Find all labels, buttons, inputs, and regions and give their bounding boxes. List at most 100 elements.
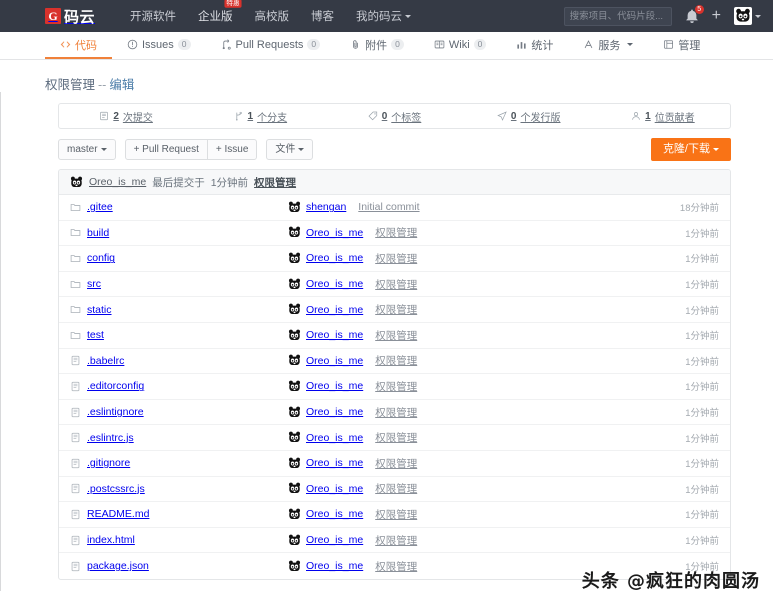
file-author-link[interactable]: Oreo_is_me — [306, 304, 363, 316]
file-commit-message-link[interactable]: 权限管理 — [375, 405, 417, 420]
tab-issues[interactable]: Issues 0 — [112, 32, 206, 59]
table-row[interactable]: index.html Oreo_is_me 权限管理 1分钟前 — [59, 528, 730, 554]
file-commit-message-link[interactable]: 权限管理 — [375, 507, 417, 522]
user-menu-button[interactable] — [734, 7, 761, 25]
search-input[interactable]: 搜索项目、代码片段... — [563, 6, 672, 26]
new-pull-request-button[interactable]: + Pull Request — [124, 138, 208, 160]
stat-value: 2 — [113, 110, 119, 122]
commit-author-link[interactable]: Oreo_is_me — [89, 176, 146, 188]
stat-releases[interactable]: 0 个发行版 — [462, 109, 596, 124]
file-name-link[interactable]: .eslintignore — [87, 406, 144, 418]
stat-commits[interactable]: 2 次提交 — [59, 109, 193, 124]
file-author-link[interactable]: Oreo_is_me — [306, 278, 363, 290]
file-commit-message-link[interactable]: 权限管理 — [375, 328, 417, 343]
left-divider — [0, 92, 1, 607]
table-row[interactable]: .gitee shengan Initial commit 18分钟前 — [59, 195, 730, 221]
tab-statistics[interactable]: 统计 — [501, 32, 568, 59]
table-row[interactable]: .editorconfig Oreo_is_me 权限管理 1分钟前 — [59, 374, 730, 400]
table-row[interactable]: README.md Oreo_is_me 权限管理 1分钟前 — [59, 502, 730, 528]
file-commit-message-link[interactable]: 权限管理 — [375, 559, 417, 574]
file-name-link[interactable]: .babelrc — [87, 355, 124, 367]
file-name-link[interactable]: .gitee — [87, 201, 113, 213]
table-row[interactable]: .eslintrc.js Oreo_is_me 权限管理 1分钟前 — [59, 425, 730, 451]
file-author-link[interactable]: Oreo_is_me — [306, 483, 363, 495]
nav-link-my-gitee[interactable]: 我的码云 — [345, 8, 422, 24]
file-author-link[interactable]: shengan — [306, 201, 346, 213]
new-issue-button[interactable]: + Issue — [206, 138, 258, 160]
file-commit-message-link[interactable]: 权限管理 — [375, 456, 417, 471]
new-item-button[interactable]: + — [712, 8, 721, 24]
file-author-link[interactable]: Oreo_is_me — [306, 227, 363, 239]
tab-count: 0 — [473, 39, 487, 50]
file-menu-button[interactable]: 文件 — [266, 138, 314, 160]
file-author-link[interactable]: Oreo_is_me — [306, 432, 363, 444]
panda-avatar-icon — [288, 457, 301, 468]
tab-attachments[interactable]: 附件 0 — [335, 32, 419, 59]
file-commit-message-link[interactable]: 权限管理 — [375, 379, 417, 394]
avatar — [288, 328, 301, 342]
commit-message-link[interactable]: 权限管理 — [254, 175, 296, 190]
file-name-link[interactable]: config — [87, 252, 115, 264]
file-name-link[interactable]: test — [87, 329, 104, 341]
nav-link-university[interactable]: 高校版 — [244, 8, 301, 24]
tab-code[interactable]: 代码 — [45, 32, 112, 59]
nav-link-blog[interactable]: 博客 — [300, 8, 345, 24]
chevron-down-icon — [627, 43, 634, 46]
file-name-link[interactable]: src — [87, 278, 101, 290]
nav-link-enterprise[interactable]: 特惠 企业版 — [187, 0, 244, 24]
notifications-button[interactable]: 5 — [685, 5, 704, 23]
file-commit-message-link[interactable]: 权限管理 — [375, 353, 417, 368]
file-commit-message-link[interactable]: 权限管理 — [375, 481, 417, 496]
file-author-link[interactable]: Oreo_is_me — [306, 508, 363, 520]
file-commit-message-link[interactable]: 权限管理 — [375, 277, 417, 292]
file-name-link[interactable]: README.md — [87, 508, 149, 520]
stat-branches[interactable]: 1 个分支 — [193, 109, 327, 124]
clone-download-label: 克隆/下载 — [662, 142, 710, 155]
file-author-link[interactable]: Oreo_is_me — [306, 355, 363, 367]
tab-wiki[interactable]: Wiki 0 — [419, 32, 502, 59]
branch-selector-button[interactable]: master — [58, 138, 116, 160]
gitee-logo[interactable]: G 码云 — [45, 6, 95, 27]
table-row[interactable]: .eslintignore Oreo_is_me 权限管理 1分钟前 — [59, 400, 730, 426]
file-author-link[interactable]: Oreo_is_me — [306, 380, 363, 392]
file-name-link[interactable]: .gitignore — [87, 457, 130, 469]
file-commit-message-link[interactable]: 权限管理 — [375, 302, 417, 317]
tab-pull-requests[interactable]: Pull Requests 0 — [206, 32, 336, 59]
nav-link-opensource[interactable]: 开源软件 — [119, 8, 187, 24]
file-commit-message-link[interactable]: 权限管理 — [375, 533, 417, 548]
file-author-link[interactable]: Oreo_is_me — [306, 560, 363, 572]
file-author-link[interactable]: Oreo_is_me — [306, 406, 363, 418]
file-name-link[interactable]: static — [87, 304, 112, 316]
file-author-link[interactable]: Oreo_is_me — [306, 534, 363, 546]
file-commit-message-link[interactable]: 权限管理 — [375, 225, 417, 240]
commit-time: 1分钟前 — [210, 176, 249, 189]
table-row[interactable]: config Oreo_is_me 权限管理 1分钟前 — [59, 246, 730, 272]
file-name-link[interactable]: build — [87, 227, 109, 239]
file-author-link[interactable]: Oreo_is_me — [306, 252, 363, 264]
stat-contributors[interactable]: 1 位贡献者 — [596, 109, 730, 124]
file-commit-message-link[interactable]: 权限管理 — [375, 430, 417, 445]
file-author-link[interactable]: Oreo_is_me — [306, 329, 363, 341]
table-row[interactable]: src Oreo_is_me 权限管理 1分钟前 — [59, 272, 730, 298]
file-commit-message-link[interactable]: 权限管理 — [375, 251, 417, 266]
file-name-link[interactable]: package.json — [87, 560, 149, 572]
table-row[interactable]: .babelrc Oreo_is_me 权限管理 1分钟前 — [59, 349, 730, 375]
file-name-link[interactable]: .postcssrc.js — [87, 483, 145, 495]
table-row[interactable]: .postcssrc.js Oreo_is_me 权限管理 1分钟前 — [59, 477, 730, 503]
clone-download-button[interactable]: 克隆/下载 — [650, 137, 731, 161]
file-name-link[interactable]: .editorconfig — [87, 380, 144, 392]
tab-manage[interactable]: 管理 — [648, 32, 715, 59]
table-row[interactable]: build Oreo_is_me 权限管理 1分钟前 — [59, 221, 730, 247]
stat-tags[interactable]: 0 个标签 — [327, 109, 461, 124]
file-icon — [70, 458, 81, 469]
file-name-link[interactable]: index.html — [87, 534, 135, 546]
file-commit-message-link[interactable]: Initial commit — [358, 201, 419, 213]
table-row[interactable]: .gitignore Oreo_is_me 权限管理 1分钟前 — [59, 451, 730, 477]
file-name-cell: README.md — [70, 508, 288, 520]
table-row[interactable]: static Oreo_is_me 权限管理 1分钟前 — [59, 297, 730, 323]
table-row[interactable]: test Oreo_is_me 权限管理 1分钟前 — [59, 323, 730, 349]
tab-services[interactable]: 服务 — [568, 32, 648, 59]
file-name-link[interactable]: .eslintrc.js — [87, 432, 134, 444]
file-author-link[interactable]: Oreo_is_me — [306, 457, 363, 469]
tab-label: Issues — [142, 38, 174, 51]
